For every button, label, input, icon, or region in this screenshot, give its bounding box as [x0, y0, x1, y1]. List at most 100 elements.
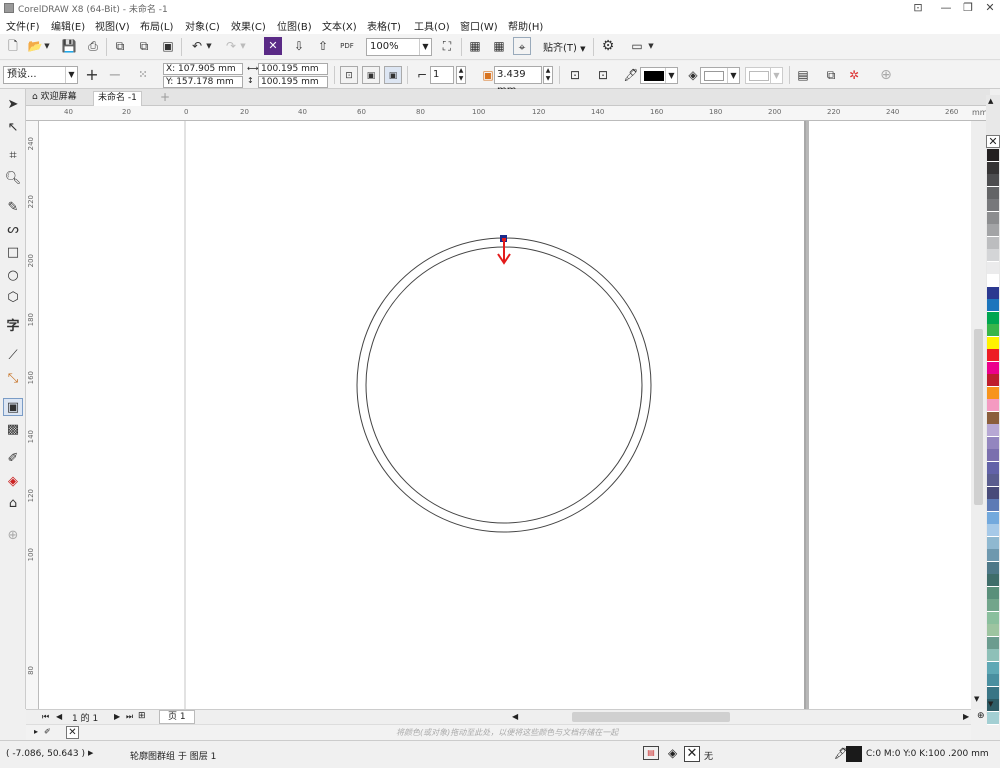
palette-color-swatch[interactable] — [987, 549, 999, 562]
ellipse-tool-icon[interactable]: ○ — [3, 267, 23, 285]
palette-color-swatch[interactable] — [987, 574, 999, 587]
new-tab-icon[interactable]: + — [156, 91, 174, 106]
menu-file[interactable]: 文件(F) — [6, 18, 40, 33]
palette-color-swatch[interactable] — [987, 349, 999, 362]
palette-color-swatch[interactable] — [987, 436, 999, 450]
palette-color-swatch[interactable] — [987, 524, 999, 537]
crop-tool-icon[interactable]: ⌗ — [3, 147, 23, 165]
search-content-icon[interactable]: ✕ — [264, 37, 282, 55]
menu-bitmaps[interactable]: 位图(B) — [277, 18, 312, 33]
palette-color-swatch[interactable] — [987, 411, 999, 425]
rectangle-tool-icon[interactable]: □ — [3, 244, 23, 262]
zoom-navigator-icon[interactable]: ⊕ — [977, 711, 985, 721]
no-color-swatch[interactable]: ✕ — [986, 135, 1000, 148]
width-field[interactable]: 100.195 mm — [258, 63, 328, 75]
shape-tool-icon[interactable]: ↖ — [3, 119, 23, 137]
vertical-ruler[interactable]: 240 220 200 180 160 140 120 100 80 — [26, 121, 39, 709]
connector-tool-icon[interactable]: ⤡ — [3, 370, 23, 388]
smart-fill-tool-icon[interactable]: ⌂ — [3, 495, 23, 513]
palette-color-swatch[interactable] — [987, 674, 999, 687]
text-tool-icon[interactable]: 字 — [3, 318, 23, 336]
doc-palette-eyedropper-icon[interactable]: ✐ — [44, 727, 51, 736]
show-rulers-icon[interactable]: ▦ — [466, 37, 484, 55]
cut-icon[interactable]: ⧉ — [111, 37, 129, 55]
palette-scroll-down-icon[interactable]: ▼ — [988, 700, 993, 708]
save-icon[interactable]: 💾 — [60, 37, 78, 55]
show-grid-icon[interactable]: ▦ — [490, 37, 508, 55]
palette-color-swatch[interactable] — [987, 211, 999, 225]
contour-offset-field[interactable]: 3.439 mm — [494, 66, 542, 96]
offset-spinner[interactable]: ▲ ▼ — [543, 66, 553, 84]
height-field[interactable]: 100.195 mm — [258, 76, 328, 88]
palette-color-swatch[interactable] — [987, 174, 999, 187]
palette-color-swatch[interactable] — [987, 386, 999, 400]
scroll-left-icon[interactable]: ◀ — [512, 712, 518, 721]
palette-color-swatch[interactable] — [987, 511, 999, 525]
polygon-tool-icon[interactable]: ⬡ — [3, 289, 23, 307]
close-button[interactable]: ✕ — [978, 0, 1000, 16]
copy-icon[interactable]: ⧉ — [135, 37, 153, 55]
minimize-button[interactable]: — — [934, 0, 958, 16]
zoom-level-select[interactable]: 100% ▼ — [366, 38, 432, 56]
freehand-tool-icon[interactable]: ✎ — [3, 199, 23, 217]
tab-welcome[interactable]: ⌂ 欢迎屏幕 — [28, 91, 81, 106]
palette-color-swatch[interactable] — [987, 186, 999, 200]
palette-color-swatch[interactable] — [987, 449, 999, 462]
status-expand-icon[interactable]: ▶ — [88, 749, 93, 757]
restore-button[interactable]: ❐ — [956, 0, 980, 16]
import-icon[interactable]: ⇩ — [290, 37, 308, 55]
palette-color-swatch[interactable] — [987, 474, 999, 487]
menu-tools[interactable]: 工具(O) — [414, 18, 450, 33]
transparency-tool-icon[interactable]: ▩ — [3, 421, 23, 439]
add-tool-icon[interactable]: ⊕ — [3, 527, 23, 545]
palette-color-swatch[interactable] — [987, 661, 999, 675]
palette-color-swatch[interactable] — [987, 636, 999, 650]
menu-effects[interactable]: 效果(C) — [231, 18, 266, 33]
paste-icon[interactable]: ▣ — [159, 37, 177, 55]
export-icon[interactable]: ⇧ — [314, 37, 332, 55]
show-guidelines-icon[interactable]: ⌖ — [513, 37, 531, 55]
next-page-icon[interactable]: ▶ — [114, 712, 120, 721]
undo-dropdown-icon[interactable]: ▼ — [204, 37, 214, 55]
palette-color-swatch[interactable] — [987, 261, 999, 275]
outside-contour-icon[interactable]: ▣ — [384, 66, 402, 84]
palette-color-swatch[interactable] — [987, 374, 999, 387]
y-position-field[interactable]: Y: 157.178 mm — [163, 76, 243, 88]
launcher-dropdown-icon[interactable]: ▼ — [646, 37, 656, 55]
open-recent-dropdown-icon[interactable]: ▼ — [42, 37, 52, 55]
add-preset-icon[interactable]: + — [83, 66, 101, 84]
drawing-canvas[interactable] — [39, 121, 971, 709]
palette-color-swatch[interactable] — [987, 199, 999, 212]
add-toolbar-icon[interactable]: ⊕ — [877, 66, 895, 84]
palette-color-swatch[interactable] — [987, 274, 999, 287]
palette-color-swatch[interactable] — [987, 424, 999, 437]
palette-color-swatch[interactable] — [987, 149, 999, 162]
menu-help[interactable]: 帮助(H) — [508, 18, 543, 33]
palette-color-swatch[interactable] — [987, 561, 999, 575]
doc-palette-no-color[interactable]: ✕ — [66, 726, 79, 739]
preset-select[interactable]: 预设... ▼ — [3, 66, 78, 84]
zoom-tool-icon[interactable]: 🔍︎ — [3, 170, 23, 188]
palette-color-swatch[interactable] — [987, 711, 999, 725]
to-center-icon[interactable]: ⊡ — [340, 66, 358, 84]
palette-color-swatch[interactable] — [987, 311, 999, 325]
previous-page-icon[interactable]: ◀ — [56, 712, 62, 721]
horizontal-ruler[interactable]: 40 20 0 20 40 60 80 100 120 140 160 180 … — [26, 106, 990, 121]
vertical-scrollbar[interactable]: ▼ — [971, 121, 986, 709]
eyedropper-tool-icon[interactable]: ✐ — [3, 450, 23, 468]
palette-color-swatch[interactable] — [987, 299, 999, 312]
scroll-right-icon[interactable]: ▶ — [963, 712, 969, 721]
palette-color-swatch[interactable] — [987, 611, 999, 625]
palette-color-swatch[interactable] — [987, 586, 999, 600]
new-document-icon[interactable]: 🗋 — [4, 37, 22, 55]
steps-spinner[interactable]: ▲ ▼ — [456, 66, 466, 84]
interactive-fill-tool-icon[interactable]: ◈ — [3, 473, 23, 491]
full-screen-icon[interactable]: ⛶ — [438, 37, 456, 55]
contour-tool-icon[interactable]: ▣ — [3, 398, 23, 416]
menu-object[interactable]: 对象(C) — [185, 18, 220, 33]
first-page-icon[interactable]: ⏮ — [42, 712, 49, 722]
palette-color-swatch[interactable] — [987, 649, 999, 662]
palette-scroll-up-icon[interactable]: ▲ — [988, 97, 993, 105]
snap-to-dropdown[interactable]: 贴齐(T) ▼ — [543, 39, 586, 54]
palette-color-swatch[interactable] — [987, 599, 999, 612]
